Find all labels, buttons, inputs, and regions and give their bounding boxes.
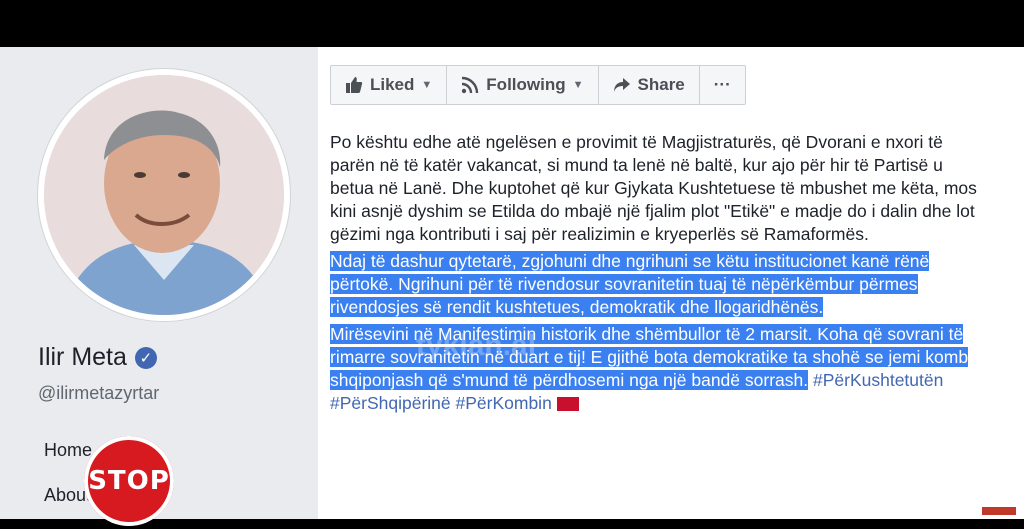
liked-button[interactable]: Liked ▼ [331,66,448,104]
more-icon: ··· [713,75,731,94]
liked-label: Liked [370,75,415,94]
post-paragraph: Po kështu edhe atë ngelësen e provimit t… [330,132,977,244]
page-action-toolbar: Liked ▼ Following ▼ Share ··· [330,65,746,105]
stop-logo: STOP [84,436,174,526]
thumbs-up-icon [346,77,363,93]
person-photo-illustration [44,75,284,315]
albania-flag-icon [556,397,579,412]
chevron-down-icon: ▼ [572,79,584,91]
profile-name-text: Ilir Meta [38,343,127,371]
post-panel: Liked ▼ Following ▼ Share ··· Po kështu … [318,47,1024,519]
profile-photo [44,75,284,315]
rss-icon [462,76,479,94]
channel-mark [982,507,1016,515]
highlighted-text: Ndaj të dashur qytetarë, zgjohuni dhe ng… [330,251,930,317]
post-paragraph-highlighted: Mirësevini në Manifestimin historik dhe … [330,323,980,415]
share-button[interactable]: Share [599,66,700,104]
post-body: Po kështu edhe atë ngelësen e provimit t… [330,131,980,419]
more-options-button[interactable]: ··· [700,66,745,104]
following-label: Following [486,75,566,94]
chevron-down-icon: ▼ [421,79,433,91]
following-button[interactable]: Following ▼ [447,66,599,104]
profile-name: Ilir Meta ✓ [38,343,157,372]
profile-avatar[interactable] [38,69,290,321]
share-label: Share [637,75,685,94]
stop-logo-text: STOP [88,466,170,496]
post-paragraph-highlighted: Ndaj të dashur qytetarë, zgjohuni dhe ng… [330,250,980,319]
profile-handle: @ilirmetazyrtar [38,383,160,403]
nav-item-home[interactable]: Home [44,440,92,461]
verified-badge-icon: ✓ [134,346,157,369]
share-arrow-icon [613,78,630,92]
